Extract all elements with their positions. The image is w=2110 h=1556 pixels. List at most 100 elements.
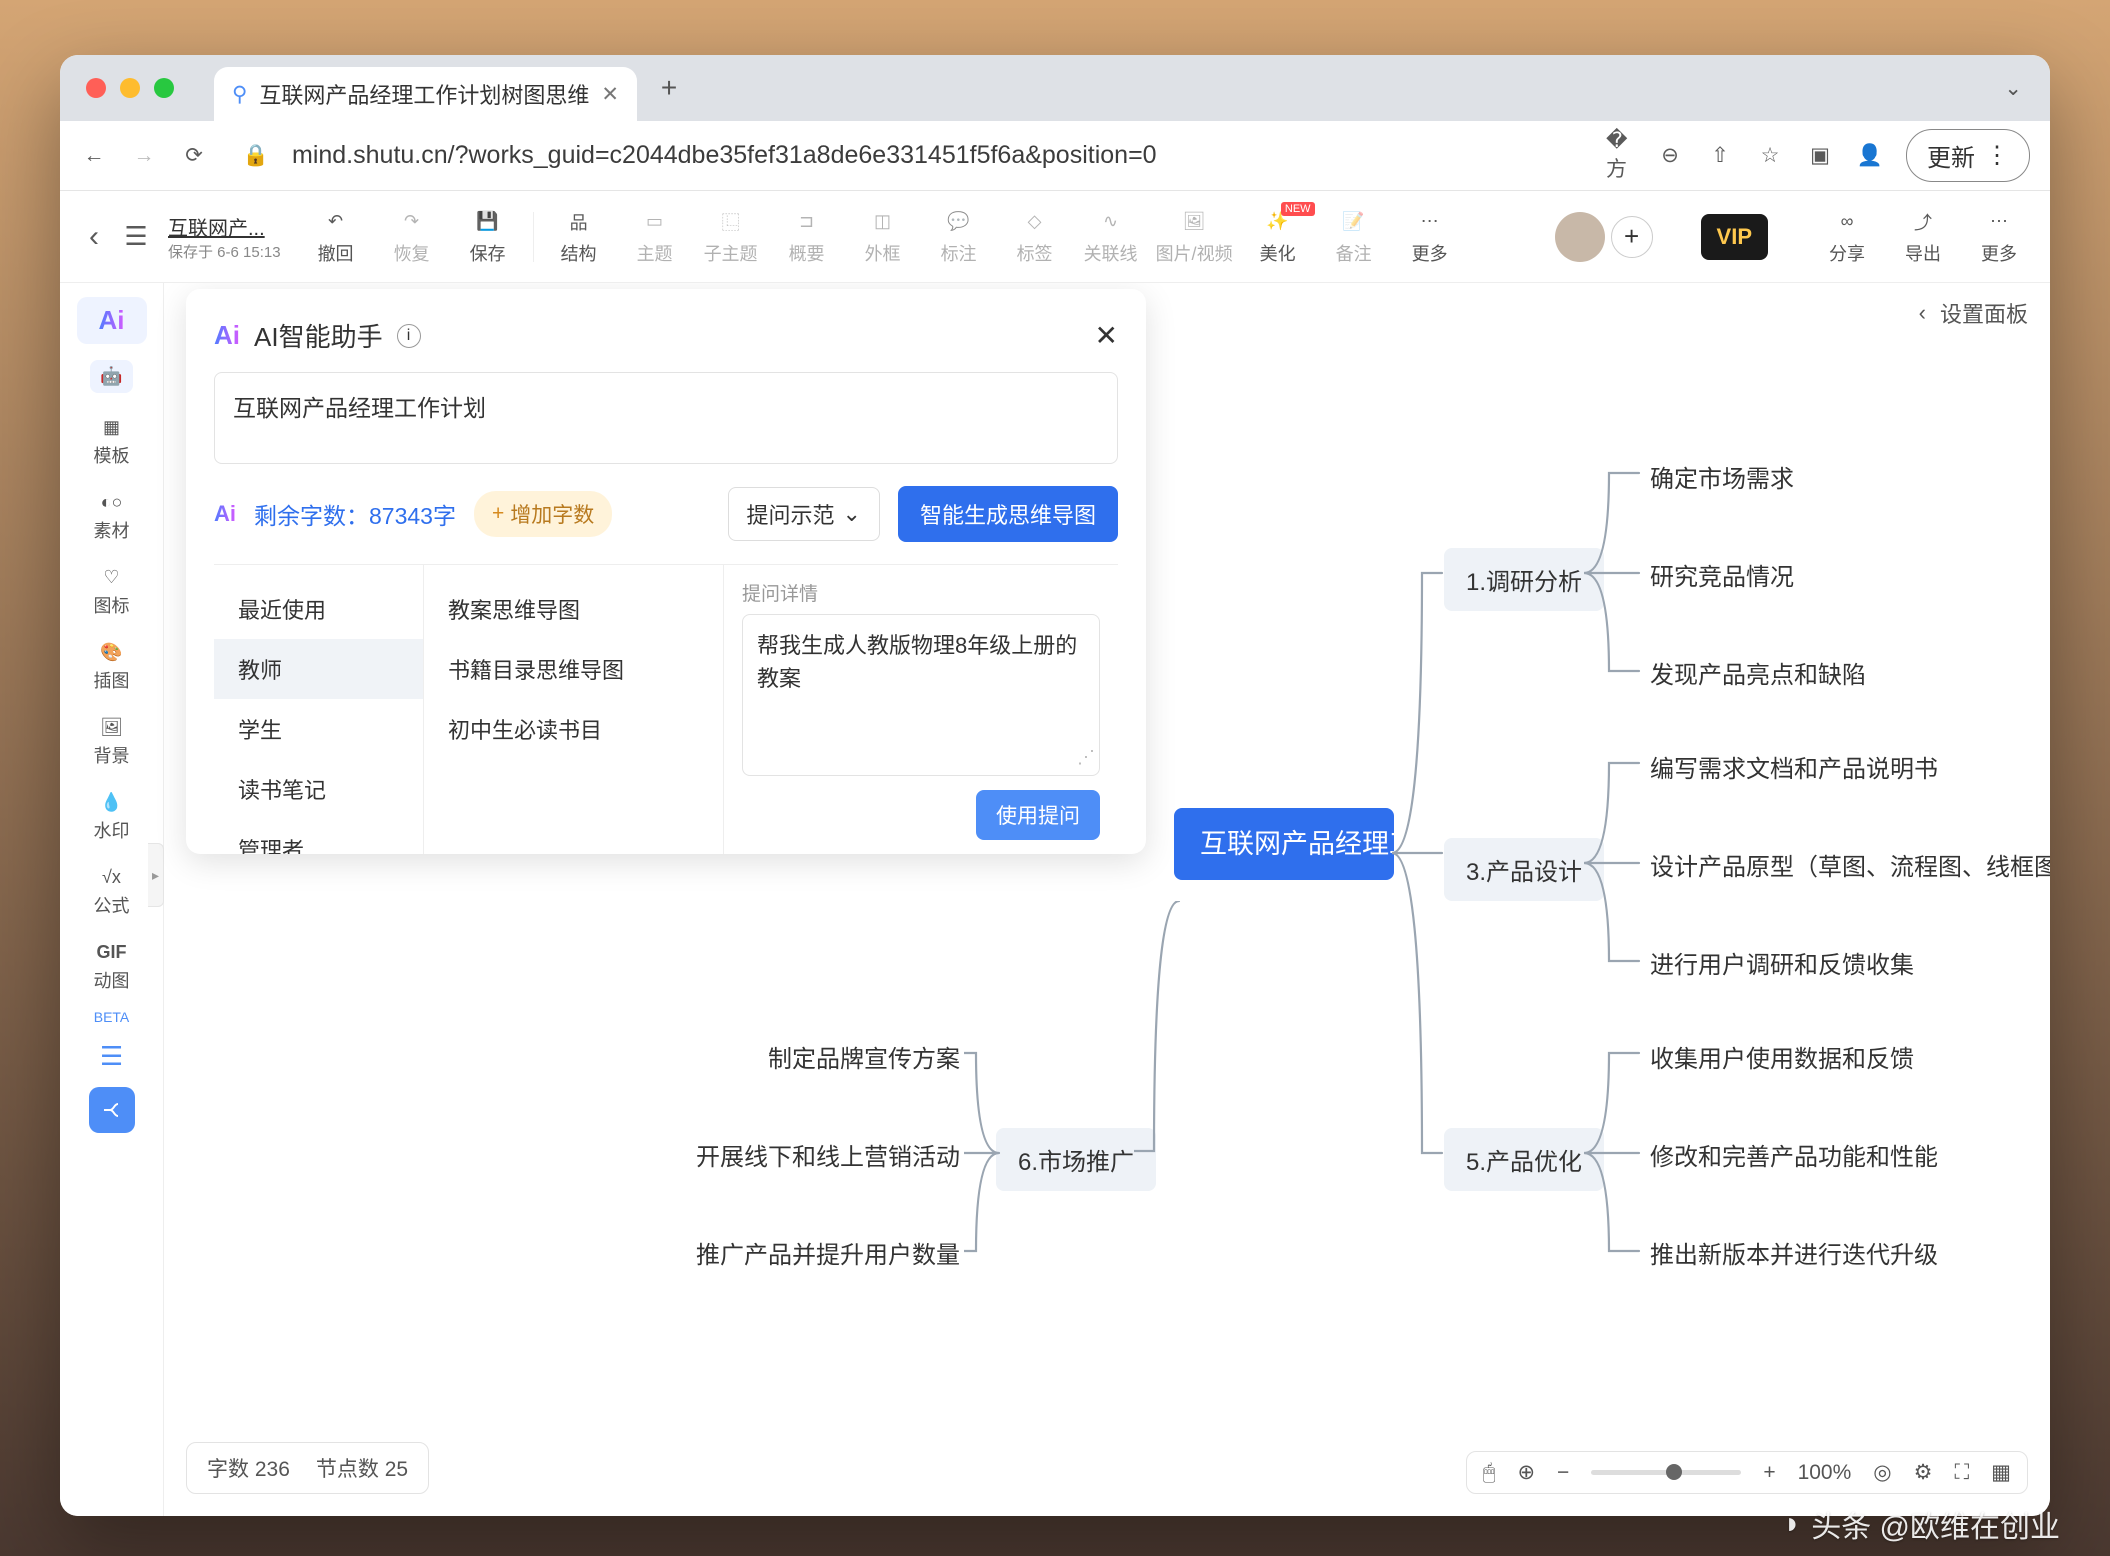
watermark-tool[interactable]: 💧水印: [77, 784, 147, 851]
zoom-level[interactable]: 100%: [1798, 1461, 1852, 1485]
window-controls[interactable]: [86, 78, 174, 98]
mindmap-leaf[interactable]: 开展线下和线上营销活动: [664, 1131, 970, 1178]
close-icon[interactable]: ✕: [1095, 319, 1118, 352]
ai-tool[interactable]: Ai: [77, 297, 147, 344]
outline-view-button[interactable]: ☰: [89, 1033, 135, 1079]
reload-icon[interactable]: ⟳: [180, 142, 208, 170]
zoom-out-icon[interactable]: −: [1557, 1461, 1569, 1485]
list-item[interactable]: 最近使用: [214, 579, 423, 639]
share-button[interactable]: ∞分享: [1816, 208, 1878, 266]
ai-icon: Ai: [214, 320, 240, 351]
detail-textarea[interactable]: 帮我生成人教版物理8年级上册的教案⋰: [742, 614, 1100, 776]
tabs-expand-icon[interactable]: ⌄: [2004, 76, 2022, 101]
mindmap-leaf[interactable]: 发现产品亮点和缺陷: [1640, 649, 1876, 696]
export-button[interactable]: ⤴导出: [1892, 208, 1954, 266]
focus-icon[interactable]: ◎: [1873, 1460, 1891, 1485]
zoom-bar: 🖱 ⊕ − + 100% ◎ ⚙ ⛶ ▦: [1466, 1451, 2028, 1494]
list-item[interactable]: 教师: [214, 639, 423, 699]
new-tab-button[interactable]: +: [649, 72, 689, 104]
list-item[interactable]: 书籍目录思维导图: [424, 639, 723, 699]
ai-assistant-panel: Ai AI智能助手 i ✕ 互联网产品经理工作计划 Ai 剩余字数：87343字…: [186, 289, 1146, 854]
minimize-icon[interactable]: [120, 78, 140, 98]
zoom-in-icon[interactable]: +: [1763, 1461, 1775, 1485]
image-icon: 🖼: [100, 717, 123, 738]
illustration-tool[interactable]: 🎨插图: [77, 634, 147, 701]
ai-icon: Ai: [214, 501, 236, 527]
mindmap-leaf[interactable]: 收集用户使用数据和反馈: [1640, 1033, 1924, 1080]
material-tool[interactable]: ◐○素材: [77, 484, 147, 551]
settings-icon[interactable]: ⚙: [1914, 1460, 1933, 1485]
info-icon[interactable]: i: [397, 324, 421, 348]
undo-button[interactable]: ↶撤回: [305, 208, 367, 266]
mindmap-leaf[interactable]: 设计产品原型（草图、流程图、线框图等）: [1640, 841, 2050, 888]
add-chars-button[interactable]: +增加字数: [474, 491, 612, 537]
list-item[interactable]: 初中生必读书目: [424, 699, 723, 759]
zoom-slider[interactable]: [1591, 1470, 1741, 1475]
share-icon[interactable]: ⇧: [1706, 142, 1734, 170]
list-item[interactable]: 管理者: [214, 819, 423, 854]
app-icon: ⚲: [232, 82, 247, 107]
expand-rail-icon[interactable]: ▸: [148, 843, 164, 907]
browser-tab[interactable]: ⚲ 互联网产品经理工作计划树图思维 ✕: [214, 67, 637, 121]
ask-sample-dropdown[interactable]: 提问示范⌄: [728, 487, 880, 541]
url-text[interactable]: mind.shutu.cn/?works_guid=c2044dbe35fef3…: [292, 141, 1584, 170]
minimap-icon[interactable]: ▦: [1991, 1460, 2011, 1485]
settings-panel-toggle[interactable]: ‹ 设置面板: [1919, 297, 2028, 329]
list-item[interactable]: 学生: [214, 699, 423, 759]
mindmap-leaf[interactable]: 修改和完善产品功能和性能: [1640, 1131, 1948, 1178]
close-icon[interactable]: [86, 78, 106, 98]
resize-handle-icon[interactable]: ⋰: [1077, 744, 1095, 771]
formula-tool[interactable]: √x公式: [77, 859, 147, 926]
background-tool[interactable]: 🖼背景: [77, 709, 147, 776]
add-collaborator-button[interactable]: +: [1611, 216, 1653, 258]
use-question-button[interactable]: 使用提问: [976, 790, 1100, 840]
more-button[interactable]: ⋯更多: [1399, 208, 1461, 266]
more-right-button[interactable]: ⋯更多: [1968, 208, 2030, 266]
mindmap-leaf[interactable]: 编写需求文档和产品说明书: [1640, 743, 1948, 790]
profile-icon[interactable]: 👤: [1856, 142, 1884, 170]
forward-icon[interactable]: →: [130, 142, 158, 170]
mindmap-branch[interactable]: 6.市场推广: [996, 1128, 1156, 1191]
maximize-icon[interactable]: [154, 78, 174, 98]
back-icon[interactable]: ←: [80, 142, 108, 170]
mindmap-leaf[interactable]: 推出新版本并进行迭代升级: [1640, 1229, 1948, 1276]
mindmap-leaf[interactable]: 推广产品并提升用户数量: [664, 1229, 970, 1276]
mouse-icon[interactable]: 🖱: [1483, 1461, 1496, 1485]
vip-badge[interactable]: VIP: [1701, 214, 1768, 260]
beautify-button[interactable]: NEW✨美化: [1247, 208, 1309, 266]
update-button[interactable]: 更新 ⋮: [1906, 129, 2030, 182]
mindmap-leaf[interactable]: 进行用户调研和反馈收集: [1640, 939, 1924, 986]
translate-icon[interactable]: �方: [1606, 142, 1634, 170]
save-button[interactable]: 💾保存: [457, 208, 519, 266]
mindmap-branch[interactable]: 1.调研分析: [1444, 548, 1604, 611]
mindmap-branch[interactable]: 5.产品优化: [1444, 1128, 1604, 1191]
close-tab-icon[interactable]: ✕: [601, 82, 619, 107]
generate-mindmap-button[interactable]: 智能生成思维导图: [898, 486, 1118, 542]
template-tool[interactable]: ▦模板: [77, 409, 147, 476]
zoom-icon[interactable]: ⊖: [1656, 142, 1684, 170]
panel-icon[interactable]: ▣: [1806, 142, 1834, 170]
robot-tool[interactable]: 🤖: [77, 352, 147, 401]
avatar[interactable]: [1555, 212, 1605, 262]
mindmap-root[interactable]: 互联网产品经理工作计划: [1174, 808, 1394, 880]
mindmap-leaf[interactable]: 制定品牌宣传方案: [710, 1033, 970, 1080]
mindmap-branch[interactable]: 3.产品设计: [1444, 838, 1604, 901]
mindmap-leaf[interactable]: 研究竞品情况: [1640, 551, 1804, 598]
icon-tool[interactable]: ♡图标: [77, 559, 147, 626]
ai-prompt-input[interactable]: 互联网产品经理工作计划: [214, 372, 1118, 464]
mindmap-leaf[interactable]: 确定市场需求: [1640, 453, 1804, 500]
bookmark-icon[interactable]: ☆: [1756, 142, 1784, 170]
mindmap-canvas[interactable]: ‹ 设置面板 Ai AI智能助手 i ✕ 互联网产品经理工作计划 Ai 剩余字数…: [164, 283, 2050, 1516]
list-item[interactable]: 教案思维导图: [424, 579, 723, 639]
chevron-left-icon[interactable]: ‹: [80, 223, 108, 251]
center-icon[interactable]: ⊕: [1517, 1460, 1535, 1485]
gif-tool[interactable]: GIF动图: [77, 934, 147, 1001]
structure-button[interactable]: 品结构: [548, 208, 610, 266]
doc-title[interactable]: 互联网产...: [168, 212, 281, 241]
fullscreen-icon[interactable]: ⛶: [1954, 1461, 1969, 1485]
list-item[interactable]: 读书笔记: [214, 759, 423, 819]
mindmap-view-button[interactable]: [89, 1087, 135, 1133]
menu-icon[interactable]: ☰: [122, 223, 150, 251]
droplet-icon: 💧: [100, 792, 122, 813]
ai-panel-title: AI智能助手: [254, 317, 383, 354]
